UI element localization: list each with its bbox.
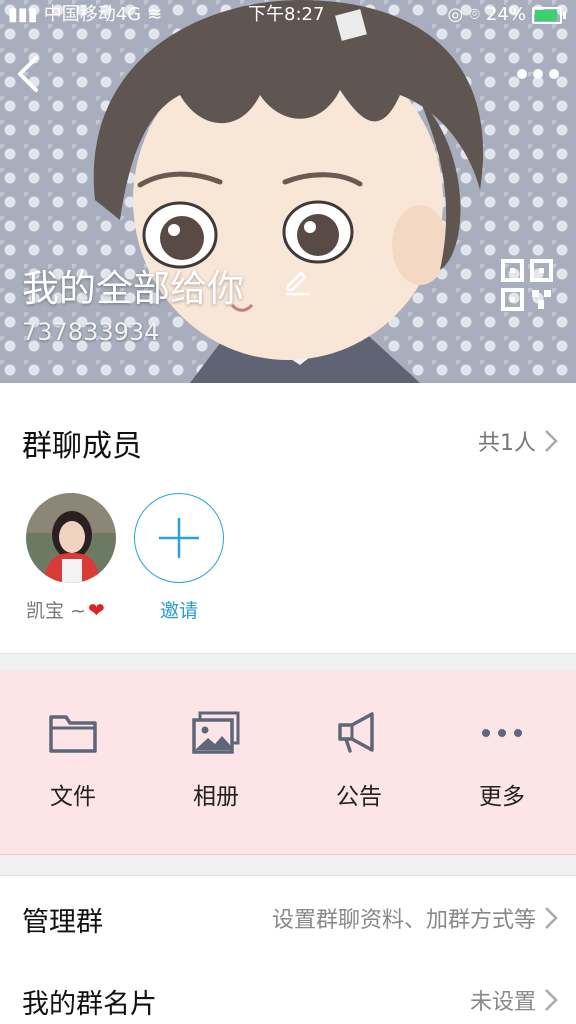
files-button[interactable]: 文件	[13, 711, 133, 831]
edit-pencil-icon[interactable]	[284, 268, 312, 296]
clock: 下午8:27	[248, 4, 325, 25]
members-section: 群聊成员 共1人 凯宝 ~ ❤ 邀请	[0, 383, 576, 653]
more-options-icon[interactable]	[514, 64, 562, 84]
battery-icon	[532, 6, 562, 24]
album-label: 相册	[193, 784, 239, 810]
status-bar: ▮▮▮ 中国移动4G ≋ 下午8:27 ◎ ⌾ 24%	[0, 0, 576, 30]
member-count-link[interactable]: 共1人	[478, 425, 558, 457]
section-divider	[0, 855, 576, 876]
invite-button[interactable]: 邀请	[134, 493, 226, 622]
members-title: 群聊成员	[22, 429, 142, 464]
member-count: 共1人	[478, 431, 536, 456]
battery-cap	[563, 11, 566, 19]
signal-icon: ▮▮▮	[8, 4, 38, 25]
files-label: 文件	[50, 784, 96, 810]
more-button[interactable]: 更多	[442, 711, 562, 831]
announcement-label: 公告	[336, 784, 382, 810]
heart-icon: ❤	[87, 597, 105, 622]
feature-grid: 文件 相册 公告 更多	[0, 671, 576, 855]
announcement-button[interactable]: 公告	[299, 711, 419, 831]
group-id: 737833934	[22, 318, 160, 346]
megaphone-icon	[338, 712, 374, 753]
wifi-icon: ≋	[147, 4, 163, 25]
my-group-card-row[interactable]: 我的群名片 未设置	[0, 958, 576, 1024]
plus-icon	[159, 518, 199, 558]
my-group-card-label: 我的群名片	[22, 989, 157, 1020]
my-group-card-value: 未设置	[469, 990, 536, 1015]
manage-group-label: 管理群	[22, 907, 103, 938]
location-icon: ⌾	[469, 4, 480, 25]
qr-code-icon[interactable]	[500, 258, 554, 312]
chevron-right-icon	[545, 430, 558, 452]
more-label: 更多	[479, 784, 525, 810]
manage-group-row[interactable]: 管理群 设置群聊资料、加群方式等	[0, 876, 576, 959]
group-name: 我的全部给你	[22, 267, 244, 310]
back-arrow-icon[interactable]	[12, 54, 46, 94]
folder-icon	[49, 715, 97, 753]
chevron-right-icon	[545, 907, 558, 929]
member-avatar	[26, 493, 116, 583]
battery-percent: 24%	[485, 4, 526, 25]
member-name: 凯宝 ~	[26, 600, 86, 622]
carrier-label: 中国移动4G	[43, 4, 142, 25]
member-item[interactable]: 凯宝 ~ ❤	[26, 493, 118, 622]
more-dots-icon	[482, 729, 522, 737]
section-divider	[0, 653, 576, 672]
album-button[interactable]: 相册	[156, 711, 276, 831]
chevron-right-icon	[545, 989, 558, 1011]
alarm-icon: ◎	[447, 4, 464, 25]
manage-group-value: 设置群聊资料、加群方式等	[271, 908, 536, 933]
group-header: ▮▮▮ 中国移动4G ≋ 下午8:27 ◎ ⌾ 24% 我的全部给你 73783…	[0, 0, 576, 383]
invite-label: 邀请	[159, 600, 198, 622]
album-icon	[192, 711, 240, 754]
